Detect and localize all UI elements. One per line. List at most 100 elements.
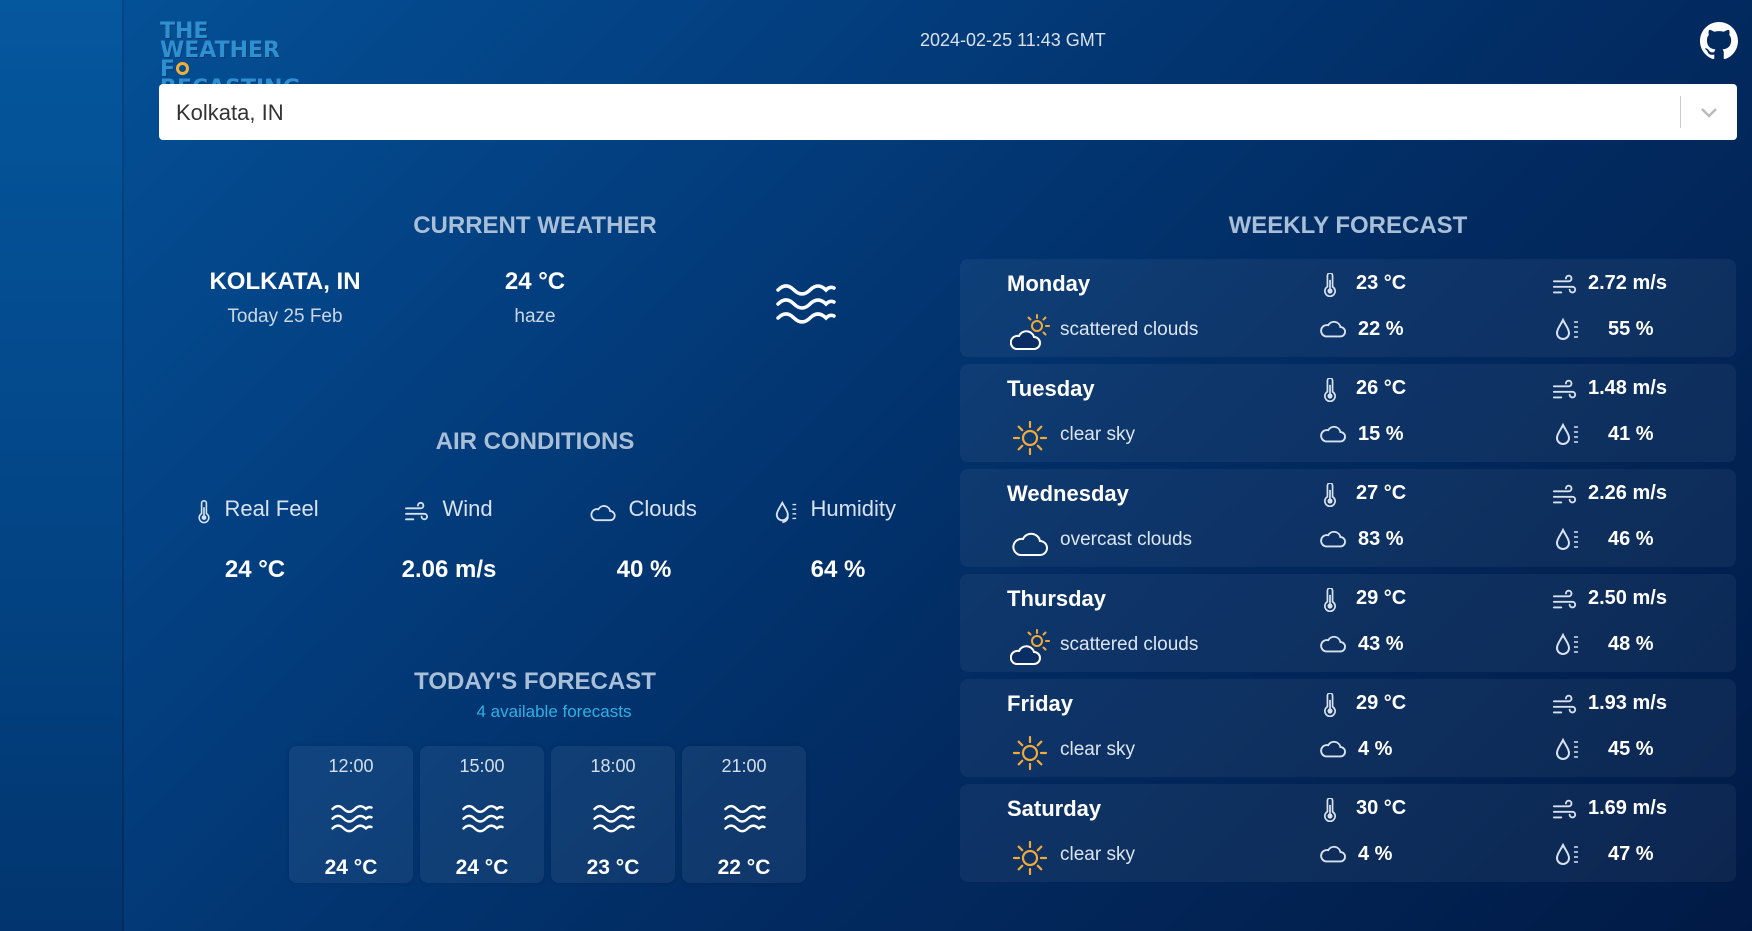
logo-line-1: THE WEATHER <box>160 19 281 63</box>
cloud-icon <box>1318 527 1346 551</box>
thermometer-icon <box>1320 587 1340 613</box>
air-condition-label: Humidity <box>810 496 897 521</box>
logo-sun-o <box>176 62 190 75</box>
cloud-icon <box>590 504 616 521</box>
partly-cloudy-icon <box>1009 313 1050 353</box>
forecast-temp: 22 °C <box>717 856 771 879</box>
forecast-temp: 30 °C <box>1356 797 1407 819</box>
forecast-time: 18:00 <box>590 756 636 776</box>
current-temp: 24 °C <box>504 268 566 295</box>
forecast-temp: 29 °C <box>1356 587 1407 609</box>
partly-cloudy-icon <box>1009 628 1050 668</box>
thermometer-icon <box>1320 692 1340 718</box>
weekly-forecast-row: Tuesday clear sky 26 °C 15 % 1.48 m/s 41 % <box>960 364 1736 462</box>
forecast-humidity: 46 % <box>1608 528 1654 550</box>
hourly-forecast-card: 12:00 24 °C <box>289 746 413 883</box>
forecast-humidity: 48 % <box>1608 633 1654 655</box>
weekly-forecast-title: WEEKLY FORECAST <box>1228 212 1468 239</box>
thermometer-icon <box>1320 482 1340 508</box>
sun-icon <box>1010 733 1050 773</box>
air-condition-label: Real Feel <box>224 496 319 521</box>
hourly-forecast-card: 18:00 23 °C <box>551 746 675 883</box>
forecast-time: 15:00 <box>459 756 505 776</box>
humidity-icon <box>1554 527 1580 553</box>
forecast-description: scattered clouds <box>1060 634 1199 655</box>
weekly-forecast-row: Monday scattered clouds 23 °C 22 % 2.72 m/s 5… <box>960 259 1736 357</box>
side-strip <box>0 0 124 931</box>
forecast-count: 4 available forecasts <box>476 702 632 721</box>
cloud-icon <box>1318 632 1346 656</box>
forecast-clouds: 4 % <box>1358 738 1393 760</box>
current-description: haze <box>514 306 556 327</box>
forecast-humidity: 47 % <box>1608 843 1654 865</box>
haze-icon <box>331 804 373 833</box>
forecast-time: 21:00 <box>721 756 767 776</box>
humidity-icon <box>775 500 797 523</box>
forecast-description: clear sky <box>1060 739 1135 760</box>
hourly-forecast-card: 15:00 24 °C <box>420 746 544 883</box>
search-input[interactable] <box>174 84 1628 142</box>
forecast-temp: 27 °C <box>1356 482 1407 504</box>
weekly-forecast-row: Saturday clear sky 30 °C 4 % 1.69 m/s 47 % <box>960 784 1736 882</box>
forecast-day: Wednesday <box>1007 481 1129 506</box>
real-feel-value: 24 °C <box>224 556 286 583</box>
sun-icon <box>1010 838 1050 878</box>
humidity-value: 64 % <box>810 556 866 583</box>
forecast-wind: 2.26 m/s <box>1588 482 1667 504</box>
forecast-humidity: 55 % <box>1608 318 1654 340</box>
wind-icon <box>1552 798 1578 822</box>
air-condition-label: Clouds <box>628 496 697 521</box>
haze-icon <box>593 804 635 833</box>
github-icon[interactable] <box>1700 22 1738 60</box>
forecast-clouds: 83 % <box>1358 528 1404 550</box>
cloud-icon <box>1318 842 1346 866</box>
cloud-icon <box>1318 737 1346 761</box>
forecast-description: clear sky <box>1060 844 1135 865</box>
wind-icon <box>1552 483 1578 507</box>
humidity-icon <box>1554 737 1580 763</box>
chevron-down-icon[interactable] <box>1697 100 1721 124</box>
forecast-temp: 29 °C <box>1356 692 1407 714</box>
city-search-select[interactable] <box>159 84 1737 142</box>
weekly-forecast-row: Friday clear sky 29 °C 4 % 1.93 m/s 45 % <box>960 679 1736 777</box>
humidity-icon <box>1554 422 1580 448</box>
thermometer-icon <box>198 499 210 524</box>
humidity-icon <box>1554 842 1580 868</box>
forecast-day: Monday <box>1007 271 1091 296</box>
air-condition-clouds: Clouds <box>588 496 788 526</box>
haze-icon <box>724 804 766 833</box>
humidity-icon <box>1554 317 1580 343</box>
wind-value: 2.06 m/s <box>401 556 497 583</box>
forecast-humidity: 41 % <box>1608 423 1654 445</box>
clouds-value: 40 % <box>616 556 672 583</box>
haze-icon <box>462 804 504 833</box>
thermometer-icon <box>1320 272 1340 298</box>
thermometer-icon <box>1320 377 1340 403</box>
forecast-description: scattered clouds <box>1060 319 1199 340</box>
forecast-clouds: 22 % <box>1358 318 1404 340</box>
forecast-temp: 24 °C <box>324 856 378 879</box>
forecast-temp: 23 °C <box>1356 272 1407 294</box>
current-datetime: 2024-02-25 11:43 GMT <box>920 30 1106 50</box>
forecast-time: 12:00 <box>328 756 374 776</box>
haze-icon <box>774 280 838 326</box>
forecast-wind: 2.50 m/s <box>1588 587 1667 609</box>
sun-icon <box>1010 418 1050 458</box>
forecast-day: Saturday <box>1007 796 1102 821</box>
forecast-clouds: 4 % <box>1358 843 1393 865</box>
forecast-day: Friday <box>1007 691 1074 716</box>
weekly-forecast-row: Thursday scattered clouds 29 °C 43 % 2.50 m/… <box>960 574 1736 672</box>
forecast-temp: 23 °C <box>586 856 640 879</box>
air-condition-real-feel: Real Feel <box>196 496 396 526</box>
cloud-icon <box>1318 317 1346 341</box>
wind-icon <box>1552 693 1578 717</box>
forecast-wind: 1.69 m/s <box>1588 797 1667 819</box>
forecast-clouds: 43 % <box>1358 633 1404 655</box>
air-condition-wind: Wind <box>404 496 604 526</box>
current-date: Today 25 Feb <box>227 306 343 327</box>
forecast-description: clear sky <box>1060 424 1135 445</box>
cloud-icon <box>1318 422 1346 446</box>
todays-forecast-title: TODAY'S FORECAST <box>414 668 656 695</box>
forecast-wind: 1.48 m/s <box>1588 377 1667 399</box>
main-content: THE WEATHER FRECASTING 2024-02-25 11:43 … <box>124 0 1752 931</box>
